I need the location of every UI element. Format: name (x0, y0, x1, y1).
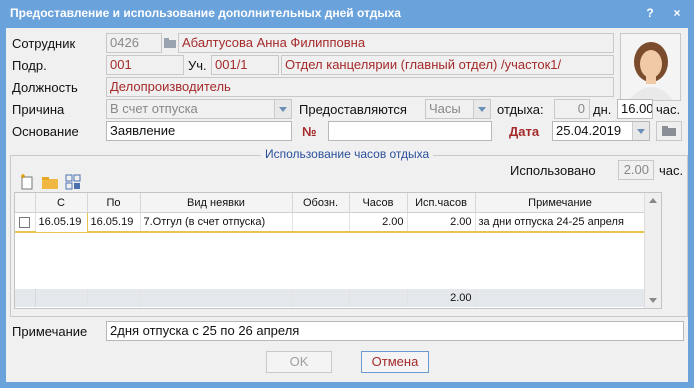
note-label: Примечание (12, 324, 88, 339)
dialog-body: Сотрудник 0426 Абалтусова Анна Филипповн… (6, 28, 688, 382)
chevron-down-icon[interactable] (632, 122, 649, 140)
rest-hours-field[interactable]: 16.00 (617, 99, 653, 119)
reason-select-value: В счет отпуска (110, 101, 198, 116)
column-header-from[interactable]: С (35, 193, 88, 213)
used-unit-label: час. (659, 163, 684, 178)
table-row[interactable]: 16.05.19 16.05.19 7.Отгул (в счет отпуск… (15, 212, 646, 233)
ok-button[interactable]: OK (266, 351, 332, 373)
column-header-select[interactable] (15, 193, 36, 213)
column-header-to[interactable]: По (87, 193, 141, 213)
open-document-button[interactable] (656, 121, 682, 141)
number-field[interactable] (328, 121, 492, 141)
chevron-down-icon[interactable] (274, 100, 291, 118)
window-title: Предоставление и использование дополните… (10, 6, 401, 20)
column-header-note[interactable]: Примечание (475, 193, 646, 213)
usage-group-title: Использование часов отдыха (261, 147, 434, 161)
provided-select-value: Часы (429, 101, 461, 116)
position-field[interactable]: Делопроизводитель (106, 77, 614, 97)
cell-from[interactable]: 16.05.19 (34, 212, 88, 233)
employee-photo (620, 33, 681, 101)
employee-name-field[interactable]: Абалтусова Анна Филипповна (178, 33, 614, 53)
cancel-button[interactable]: Отмена (361, 351, 429, 373)
provided-label: Предоставляются (299, 102, 407, 117)
dept-label: Подр. (12, 58, 47, 73)
provided-select[interactable]: Часы (425, 99, 491, 119)
column-header-hours[interactable]: Часов (349, 193, 408, 213)
cell-hours[interactable]: 2.00 (349, 212, 408, 233)
scroll-down-icon (649, 298, 657, 303)
employee-label: Сотрудник (12, 36, 76, 51)
date-picker[interactable]: 25.04.2019 (552, 121, 650, 141)
hours-unit-label: час. (656, 102, 681, 117)
help-button[interactable]: ? (640, 4, 660, 22)
basis-label: Основание (12, 124, 79, 139)
date-picker-value: 25.04.2019 (556, 123, 622, 138)
cell-code[interactable] (292, 212, 350, 233)
total-used-hours: 2.00 (407, 289, 476, 307)
column-header-used-hours[interactable]: Исп.часов (407, 193, 476, 213)
cell-used-hours[interactable]: 2.00 (407, 212, 476, 233)
reason-label: Причина (12, 102, 65, 117)
section-label: Уч. (188, 58, 207, 73)
note-field[interactable]: 2дня отпуска с 25 по 26 апреля (106, 321, 684, 341)
add-row-icon[interactable] (19, 174, 35, 190)
folder-icon (662, 126, 676, 136)
used-field[interactable]: 2.00 (618, 160, 654, 180)
basis-field[interactable]: Заявление (106, 121, 292, 141)
date-label: Дата (509, 124, 540, 139)
column-header-type[interactable]: Вид неявки (140, 193, 293, 213)
used-label: Использовано (510, 163, 596, 178)
cell-to[interactable]: 16.05.19 (87, 212, 141, 233)
section-name-field[interactable]: Отдел канцелярии (главный отдел) /участо… (281, 55, 614, 75)
number-label: № (302, 124, 317, 139)
usage-table: С По Вид неявки Обозн. Часов Исп.часов П… (14, 192, 662, 309)
days-unit-label: дн. (593, 102, 612, 117)
dept-code-field[interactable]: 001 (106, 55, 184, 75)
dialog-window: Предоставление и использование дополните… (0, 0, 694, 388)
section-code-field[interactable]: 001/1 (211, 55, 279, 75)
rest-days-field[interactable]: 0 (554, 99, 590, 119)
table-scrollbar[interactable] (644, 193, 661, 308)
reason-select[interactable]: В счет отпуска (106, 99, 292, 119)
scroll-up-icon (649, 198, 657, 203)
rest-label: отдыха: (497, 102, 544, 117)
title-bar: Предоставление и использование дополните… (0, 0, 694, 28)
folder-icon[interactable] (164, 36, 176, 48)
position-label: Должность (12, 80, 78, 95)
close-button[interactable]: × (667, 4, 687, 22)
cell-note[interactable]: за дни отпуска 24-25 апреля (475, 212, 646, 233)
chevron-down-icon[interactable] (473, 100, 490, 118)
cell-type[interactable]: 7.Отгул (в счет отпуска) (140, 212, 293, 233)
grid-settings-icon[interactable] (65, 174, 83, 190)
employee-code-field[interactable]: 0426 (106, 33, 162, 53)
column-header-code[interactable]: Обозн. (292, 193, 350, 213)
row-checkbox[interactable] (19, 216, 31, 228)
folder-icon[interactable] (41, 174, 59, 190)
